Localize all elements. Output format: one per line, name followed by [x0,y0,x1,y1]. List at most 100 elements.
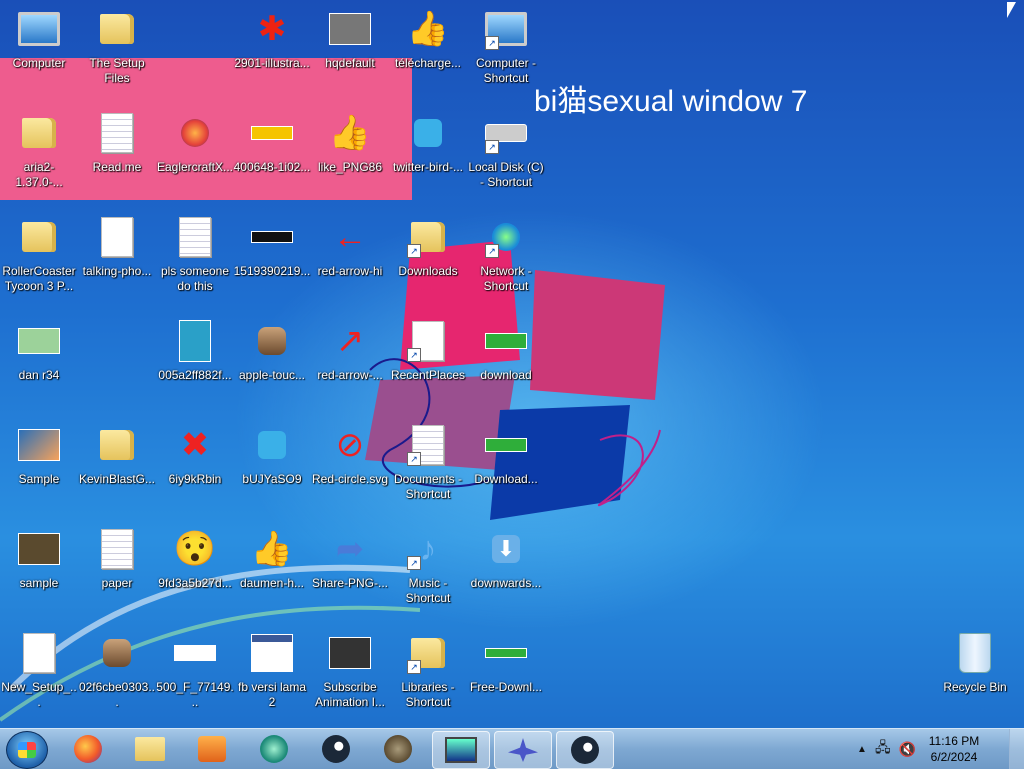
red-circle-slash-icon: ⊘ [335,426,365,464]
desktop-icon-like-png[interactable]: 👍 like_PNG86 [311,112,389,175]
desktop-icon-pls-someone[interactable]: pls someone do this [156,216,234,294]
desktop-icon-red-arrow-2[interactable]: ↗ red-arrow-... [311,320,389,383]
firefox-icon [181,119,209,147]
volume-muted-icon[interactable]: 🔇 [899,741,916,758]
taskbar-program-button-active[interactable] [432,731,490,769]
desktop-icon-subscribe-animation[interactable]: Subscribe Animation I... [311,632,389,710]
desktop-icon-red-circle[interactable]: ⊘ Red-circle.svg [311,424,389,487]
document-icon [23,633,55,673]
video-file-icon [18,533,60,565]
show-desktop-button[interactable] [1009,729,1024,769]
media-player-icon [198,736,226,762]
text-document-icon [101,113,133,153]
desktop-icon-documents-shortcut[interactable]: ↗ Documents - Shortcut [389,424,467,502]
desktop-icon-sample-image[interactable]: Sample [0,424,78,487]
show-hidden-icons-icon[interactable]: ▲ [857,744,867,755]
desktop-icon-readme[interactable]: Read.me [78,112,156,175]
desktop-icon-libraries-shortcut[interactable]: ↗ Libraries - Shortcut [389,632,467,710]
download-button-image-icon [485,648,527,658]
desktop-icon-fb-versi-lama[interactable]: fb versi lama 2 [233,632,311,710]
desktop-icon-download-2[interactable]: Download... [467,424,545,487]
desktop-icon-005a2ff882f[interactable]: 005a2ff882f... [156,320,234,383]
overlay-title-text: bi猫sexual window 7 [534,85,808,118]
start-button[interactable] [6,731,48,769]
desktop-icon-daumen-hoch[interactable]: 👍 daumen-h... [233,528,311,591]
desktop-icon-downwards[interactable]: ⬇ downwards... [467,528,545,591]
share-arrow-icon: ➦ [335,530,365,568]
desktop-icon-500-f-77149[interactable]: 500_F_77149... [156,632,234,710]
desktop-icon-6iy9krbin[interactable]: ✖ 6iy9kRbin [156,424,234,487]
taskbar-explorer-button[interactable] [122,731,178,767]
twitter-bird-icon [414,119,442,147]
twitter-bird-icon [258,431,286,459]
desktop-icon-sample-video[interactable]: sample [0,528,78,591]
shortcut-arrow-icon: ↗ [407,348,421,362]
text-document-icon [101,529,133,569]
red-arrow-left-icon: ← [333,218,367,256]
desktop-icon-computer[interactable]: Computer [0,8,78,71]
taskbar-bird-app-button[interactable] [494,731,552,769]
taskbar-gimp-button[interactable] [370,731,426,767]
desktop-icon-kevinblast[interactable]: KevinBlastG... [78,424,156,487]
desktop-icon-eaglercraft[interactable]: EaglercraftX... [156,112,234,175]
network-status-icon[interactable]: 🖧 [875,737,891,761]
taskbar-firefox-button[interactable] [60,731,116,767]
folder-icon [22,118,56,148]
desktop-icon-red-arrow-hi[interactable]: ← red-arrow-hi [311,216,389,279]
taskbar-media-player-button[interactable] [184,731,240,767]
desktop-icon-twitter-bird[interactable]: twitter-bird-... [389,112,467,175]
desktop-icon-telecharge[interactable]: 👍 télécharge... [389,8,467,71]
taskbar-app-button[interactable] [246,731,302,767]
desktop-icon-music-shortcut[interactable]: ♪ ↗ Music - Shortcut [389,528,467,606]
desktop-icon-computer-shortcut[interactable]: ↗ Computer - Shortcut [467,8,545,86]
desktop-icon-hqdefault[interactable]: hqdefault [311,8,389,71]
desktop-icon-share-png[interactable]: ➦ Share-PNG-... [311,528,389,591]
desktop-icon-setup-files[interactable]: The Setup Files [78,8,156,86]
desktop-icon-bujyaso9[interactable]: bUJYaSO9 [233,424,311,487]
down-arrow-icon: ⬇ [492,535,520,563]
desktop-icon-400648[interactable]: 400648-1i02... [233,112,311,175]
taskbar-steam-button[interactable] [308,731,364,767]
shortcut-arrow-icon: ↗ [407,244,421,258]
red-arrow-diagonal-icon: ↗ [335,322,365,360]
video-file-icon [329,637,371,669]
desktop-icon-new-setup[interactable]: New_Setup_... [0,632,78,710]
desktop-icon-talking-phone[interactable]: talking-pho... [78,216,156,279]
desktop-icon-local-disk-shortcut[interactable]: ↗ Local Disk (C) - Shortcut [467,112,545,190]
desktop-icon-network-shortcut[interactable]: ↗ Network - Shortcut [467,216,545,294]
image-icon [18,429,60,461]
taskbar-steam-active-button[interactable] [556,731,614,769]
desktop-icon-paper[interactable]: paper [78,528,156,591]
desktop-icon-free-download[interactable]: Free-Downl... [467,632,545,695]
desktop-icon-downloads[interactable]: ↗ Downloads [389,216,467,279]
teal-app-icon [260,735,288,763]
desktop-icon-aria2[interactable]: aria2-1.37.0-... [0,112,78,190]
system-tray: ▲ 🖧 🔇 11:16 PM 6/2/2024 [857,729,984,769]
folder-icon [22,222,56,252]
instagram-camera-icon [258,327,286,355]
windows-flag-icon [18,742,36,758]
desktop-icon-02f6cbe0303[interactable]: 02f6cbe0303... [78,632,156,710]
desktop-icon-dan-r34[interactable]: dan r34 [0,320,78,383]
desktop-icon-recycle-bin[interactable]: Recycle Bin [936,632,1014,695]
shortcut-arrow-icon: ↗ [407,452,421,466]
desktop-icon-1519390219[interactable]: 1519390219... [233,216,311,279]
file-explorer-icon [135,737,165,761]
music-note-icon: ♪ [419,530,437,568]
monitor-app-icon [445,737,477,763]
desktop-icon-apple-touch[interactable]: apple-touc... [233,320,311,383]
desktop-icon-download[interactable]: download [467,320,545,383]
folder-icon [100,430,134,460]
desktop-icon-9fd3a5b27d[interactable]: 😯 9fd3a5b27d... [156,528,234,591]
desktop-icon-recent-places[interactable]: ↗ RecentPlaces [389,320,467,383]
clock-time: 11:16 PM [928,734,980,748]
desktop-icon-rollercoaster[interactable]: RollerCoaster Tycoon 3 P... [0,216,78,294]
shortcut-arrow-icon: ↗ [407,660,421,674]
desktop-icon-2901-illustration[interactable]: ✱ 2901-illustra... [233,8,311,71]
folder-icon [100,14,134,44]
asterisk-image-icon: ✱ [257,10,287,48]
download-button-image-icon [485,333,527,349]
image-icon [174,645,216,661]
clock[interactable]: 11:16 PM 6/2/2024 [924,733,984,765]
thumbs-up-icon: 👍 [328,114,372,152]
